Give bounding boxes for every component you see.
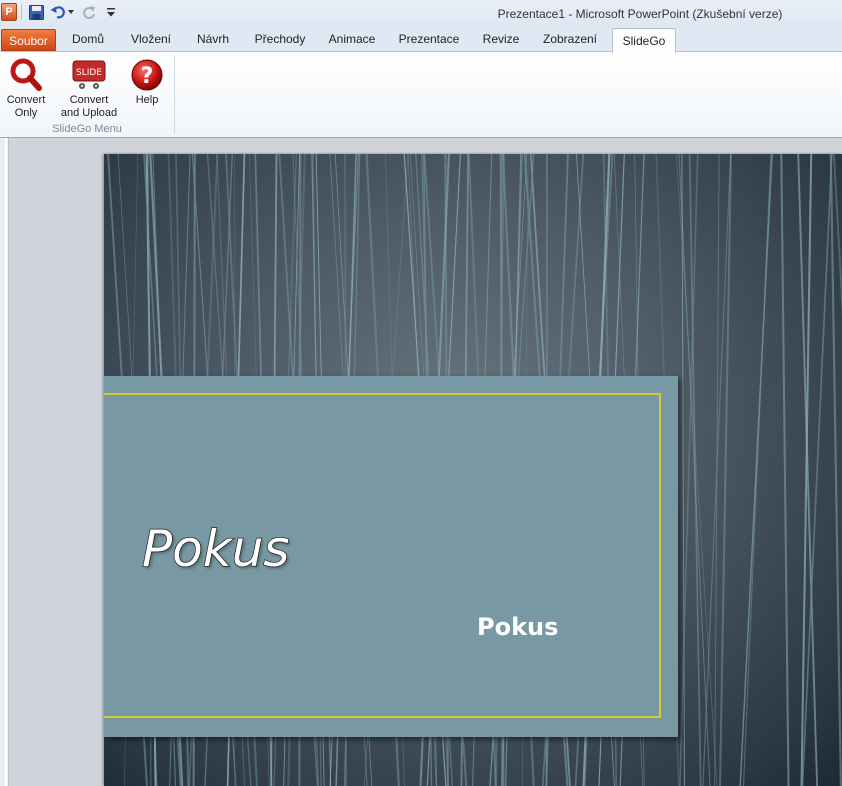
tab-soubor[interactable]: Soubor — [1, 29, 56, 51]
convert-only-button[interactable]: Convert Only — [6, 56, 46, 120]
tab-prezentace[interactable]: Prezentace — [392, 27, 466, 52]
convert-upload-label-1: Convert — [69, 94, 109, 106]
tab-revize[interactable]: Revize — [476, 27, 526, 52]
tab-zobrazeni[interactable]: Zobrazení — [536, 27, 604, 52]
slide-cart-icon: SLIDE — [54, 56, 124, 94]
tab-prechody[interactable]: Přechody — [248, 27, 312, 52]
slide-title[interactable]: Pokus — [141, 519, 290, 579]
convert-only-label-2: Only — [14, 107, 38, 119]
convert-upload-label-2: and Upload — [60, 107, 118, 119]
magnifier-icon — [6, 56, 46, 94]
help-icon: ? — [128, 56, 166, 94]
convert-and-upload-button[interactable]: SLIDE Convert and Upload — [54, 56, 124, 120]
slides-pane[interactable] — [0, 138, 9, 786]
ribbon-group-label: SlideGo Menu — [52, 123, 122, 135]
undo-dropdown-icon[interactable] — [67, 3, 75, 21]
slide-canvas[interactable]: Pokus Pokus — [104, 154, 842, 786]
background-line — [739, 154, 773, 786]
group-separator — [174, 56, 175, 134]
convert-only-label-1: Convert — [6, 94, 46, 106]
toolbar-separator — [21, 4, 22, 20]
tab-animace[interactable]: Animace — [322, 27, 382, 52]
title-bar: P Prezentace1 - Microsoft PowerPoint (Zk… — [0, 0, 842, 27]
background-line — [702, 154, 732, 786]
customize-toolbar-icon[interactable] — [106, 3, 116, 21]
redo-icon[interactable] — [81, 3, 98, 21]
slide-cart-text: SLIDE — [76, 68, 102, 78]
tab-slidego[interactable]: SlideGo — [612, 28, 676, 53]
tab-navrh[interactable]: Návrh — [188, 27, 238, 52]
slides-pane-edge — [5, 138, 7, 786]
window-title: Prezentace1 - Microsoft PowerPoint (Zkuš… — [497, 7, 783, 21]
editor-workspace: Pokus Pokus — [0, 138, 842, 786]
slide-subtitle[interactable]: Pokus — [477, 613, 558, 641]
help-icon-text: ? — [141, 64, 154, 89]
undo-icon[interactable] — [49, 3, 66, 21]
help-button[interactable]: ? Help — [128, 56, 166, 107]
save-icon[interactable] — [27, 3, 45, 21]
tab-domu[interactable]: Domů — [62, 27, 114, 52]
powerpoint-logo-icon[interactable]: P — [1, 3, 17, 21]
tab-vlozeni[interactable]: Vložení — [124, 27, 178, 52]
background-line — [718, 154, 733, 786]
help-label: Help — [135, 94, 159, 106]
ribbon-tabs: Soubor Domů Vložení Návrh Přechody Anima… — [0, 27, 842, 53]
background-line — [780, 154, 790, 786]
title-placeholder-box[interactable]: Pokus Pokus — [104, 376, 678, 737]
background-line — [742, 154, 772, 786]
ribbon-panel: Convert Only SLIDE Convert and Upload ? … — [0, 51, 842, 138]
